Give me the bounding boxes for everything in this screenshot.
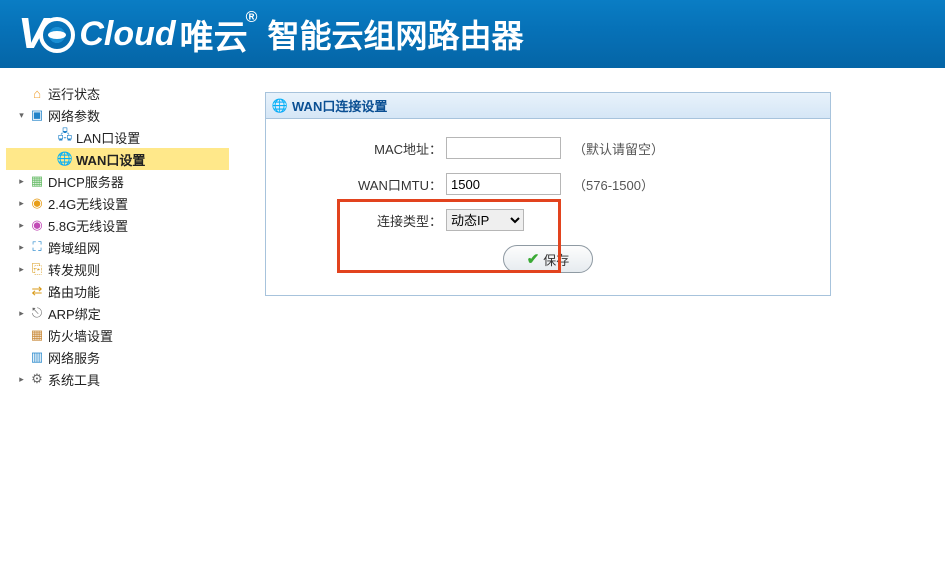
sidebar-item-label: 防火墙设置 <box>48 326 113 345</box>
sidebar-item-wifi58[interactable]: ▸◉5.8G无线设置 <box>6 214 229 236</box>
tree-toggle-icon[interactable]: ▾ <box>16 110 27 121</box>
sidebar-item-systool[interactable]: ▸⚙系统工具 <box>6 368 229 390</box>
save-button[interactable]: ✔ 保存 <box>503 245 593 273</box>
logo-tagline: 智能云组网路由器 <box>267 11 523 57</box>
net-icon: ▣ <box>29 107 45 123</box>
save-button-label: 保存 <box>543 250 569 269</box>
logo: V Cloud 唯云 ® 智能云组网路由器 <box>18 9 523 59</box>
mac-label: MAC地址： <box>296 139 446 158</box>
sidebar-item-wan[interactable]: 🌐WAN口设置 <box>6 148 229 170</box>
check-icon: ✔ <box>527 250 540 268</box>
svc-icon: ▥ <box>29 349 45 365</box>
tree-toggle-icon[interactable]: ▸ <box>16 374 27 385</box>
tree-toggle-icon[interactable]: ▸ <box>16 198 27 209</box>
lan-icon: 🖧 <box>57 129 73 145</box>
sidebar-item-label: 运行状态 <box>48 84 100 103</box>
registered-mark: ® <box>246 9 258 27</box>
route-icon: ⇄ <box>29 283 45 299</box>
wan-settings-panel: 🌐 WAN口连接设置 MAC地址： （默认请留空） WAN口MTU： （576-… <box>265 92 831 296</box>
sidebar-item-crossnet[interactable]: ▸⛶跨域组网 <box>6 236 229 258</box>
globe-icon: 🌐 <box>272 98 288 114</box>
tree-toggle-icon[interactable]: ▸ <box>16 242 27 253</box>
tree-toggle-icon <box>16 352 27 363</box>
sidebar-item-label: ARP绑定 <box>48 304 101 323</box>
tree-toggle-icon[interactable]: ▸ <box>16 308 27 319</box>
panel-header: 🌐 WAN口连接设置 <box>266 93 830 119</box>
sidebar-item-label: 网络参数 <box>48 106 100 125</box>
home-icon: ⌂ <box>29 85 45 101</box>
mtu-row: WAN口MTU： （576-1500） <box>296 173 800 195</box>
sidebar-item-netsvc[interactable]: ▥网络服务 <box>6 346 229 368</box>
tree-toggle-icon <box>44 154 55 165</box>
sidebar-item-label: DHCP服务器 <box>48 172 124 191</box>
button-row: ✔ 保存 <box>296 245 800 273</box>
sidebar-item-forward[interactable]: ▸⎘转发规则 <box>6 258 229 280</box>
sidebar-item-dhcp[interactable]: ▸▦DHCP服务器 <box>6 170 229 192</box>
sidebar-item-firewall[interactable]: ▦防火墙设置 <box>6 324 229 346</box>
mtu-label: WAN口MTU： <box>296 175 446 194</box>
tree-toggle-icon <box>16 286 27 297</box>
tree-toggle-icon <box>16 330 27 341</box>
panel-title: WAN口连接设置 <box>292 96 387 115</box>
sidebar-item-label: 转发规则 <box>48 260 100 279</box>
wan-icon: 🌐 <box>57 151 73 167</box>
logo-text-cloud: Cloud <box>79 15 175 54</box>
arp-icon: ⎋ <box>29 305 45 321</box>
dhcp-icon: ▦ <box>29 173 45 189</box>
fwd-icon: ⎘ <box>29 261 45 277</box>
conn-type-select[interactable]: 动态IP <box>446 209 524 231</box>
app-header: V Cloud 唯云 ® 智能云组网路由器 <box>0 0 945 68</box>
mac-input[interactable] <box>446 137 561 159</box>
mtu-hint: （576-1500） <box>573 175 654 194</box>
sidebar-item-label: WAN口设置 <box>76 150 145 169</box>
cross-icon: ⛶ <box>29 239 45 255</box>
conn-type-row: 连接类型： 动态IP <box>296 209 800 231</box>
main-content: 🌐 WAN口连接设置 MAC地址： （默认请留空） WAN口MTU： （576-… <box>235 68 945 582</box>
wifi1-icon: ◉ <box>29 195 45 211</box>
tree-toggle-icon[interactable]: ▸ <box>16 264 27 275</box>
sidebar-item-status[interactable]: ⌂运行状态 <box>6 82 229 104</box>
sidebar-item-label: 5.8G无线设置 <box>48 216 128 235</box>
sidebar-item-label: 系统工具 <box>48 370 100 389</box>
tree-toggle-icon[interactable]: ▸ <box>16 220 27 231</box>
sidebar-item-arp[interactable]: ▸⎋ARP绑定 <box>6 302 229 324</box>
sidebar-item-label: 2.4G无线设置 <box>48 194 128 213</box>
tree-toggle-icon <box>44 132 55 143</box>
logo-globe-icon <box>39 17 75 53</box>
sidebar-item-label: 路由功能 <box>48 282 100 301</box>
sidebar-item-label: 跨域组网 <box>48 238 100 257</box>
sidebar-item-label: 网络服务 <box>48 348 100 367</box>
tree-toggle-icon[interactable]: ▸ <box>16 176 27 187</box>
mac-row: MAC地址： （默认请留空） <box>296 137 800 159</box>
sys-icon: ⚙ <box>29 371 45 387</box>
sidebar-item-label: LAN口设置 <box>76 128 140 147</box>
sidebar-item-wifi24[interactable]: ▸◉2.4G无线设置 <box>6 192 229 214</box>
sidebar-item-routing[interactable]: ⇄路由功能 <box>6 280 229 302</box>
fw-icon: ▦ <box>29 327 45 343</box>
wifi2-icon: ◉ <box>29 217 45 233</box>
mtu-input[interactable] <box>446 173 561 195</box>
tree-toggle-icon <box>16 88 27 99</box>
mac-hint: （默认请留空） <box>573 139 664 158</box>
panel-body: MAC地址： （默认请留空） WAN口MTU： （576-1500） 连接类型：… <box>266 119 830 295</box>
sidebar-item-lan[interactable]: 🖧LAN口设置 <box>6 126 229 148</box>
sidebar-item-netparam[interactable]: ▾▣网络参数 <box>6 104 229 126</box>
conn-type-label: 连接类型： <box>296 211 446 230</box>
logo-text-cn: 唯云 <box>180 10 248 59</box>
sidebar: ⌂运行状态▾▣网络参数🖧LAN口设置🌐WAN口设置▸▦DHCP服务器▸◉2.4G… <box>0 68 235 582</box>
